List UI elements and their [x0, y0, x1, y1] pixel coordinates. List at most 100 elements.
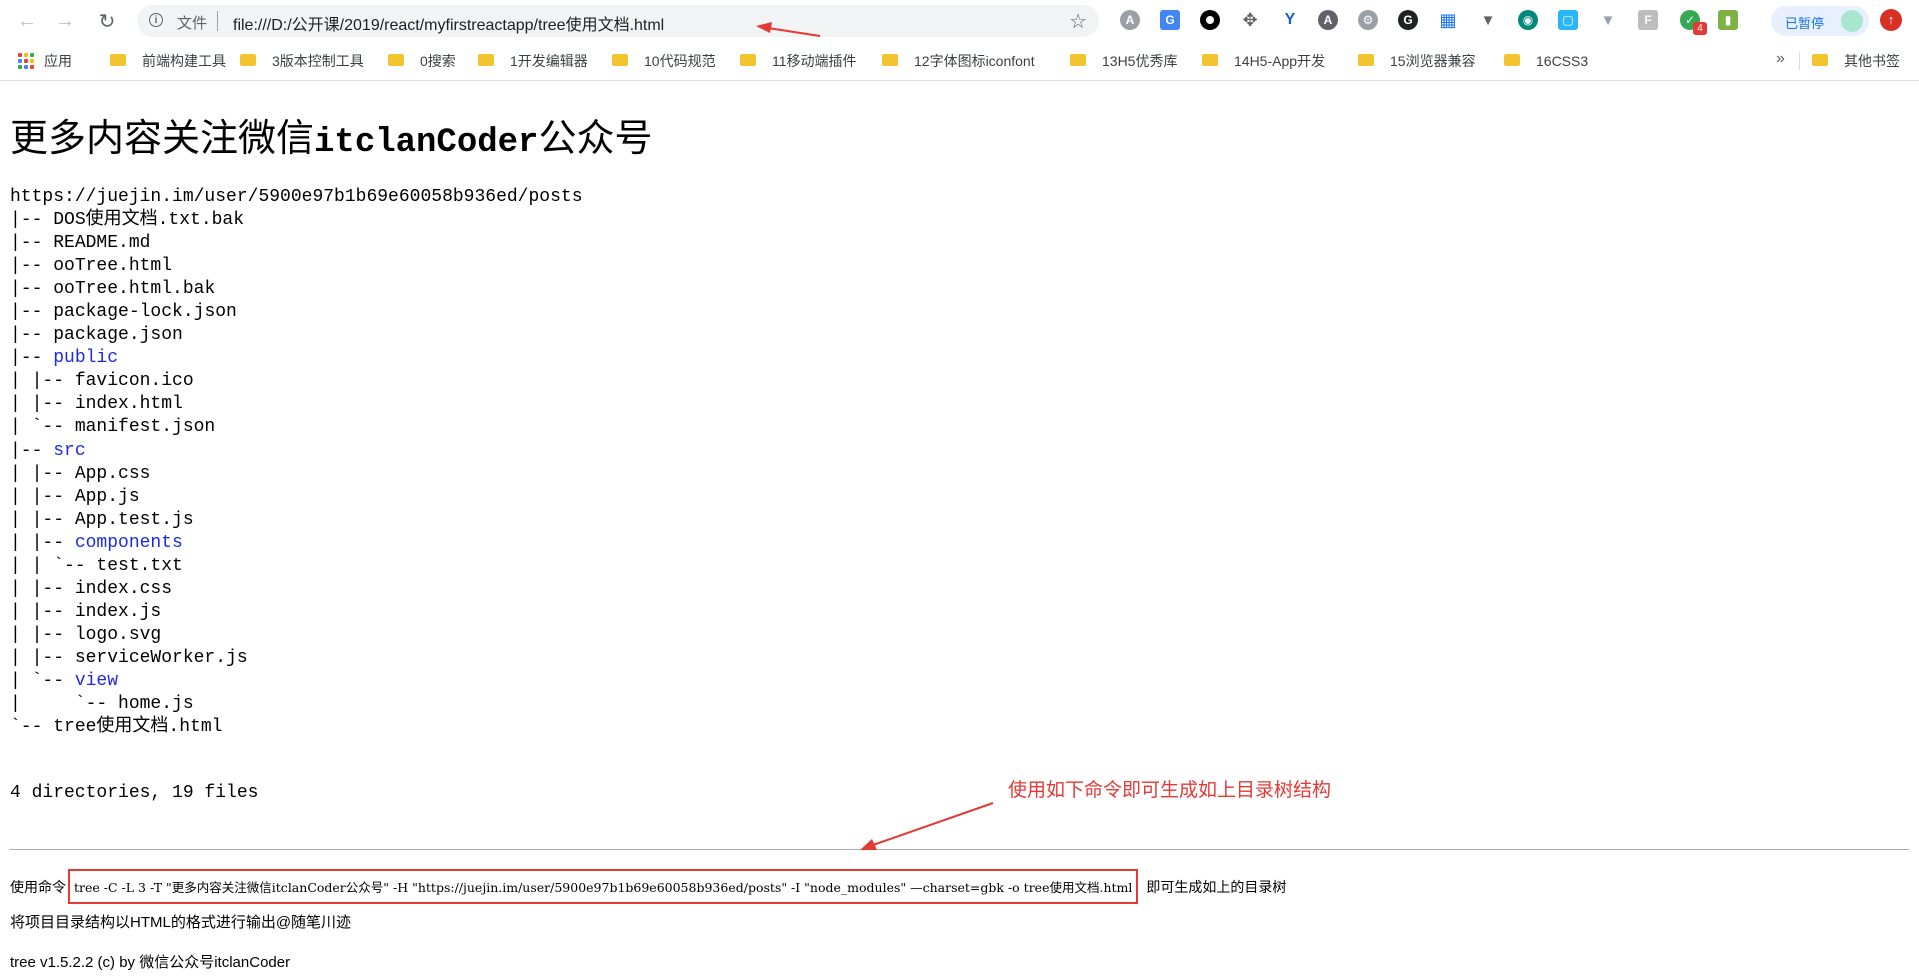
directory-name[interactable]: components — [75, 533, 183, 553]
tree-prefix: | |-- — [10, 371, 75, 392]
address-bar[interactable]: i 文件 file:///D:/公开课/2019/react/myfirstre… — [137, 5, 1099, 37]
file-name: manifest.json — [74, 417, 216, 438]
folder-icon — [240, 54, 256, 66]
forward-icon[interactable]: → — [52, 8, 78, 34]
vue-icon[interactable]: ▼ — [1478, 10, 1498, 30]
description-text: 将项目目录结构以HTML的格式进行输出@随笔川迹 — [10, 914, 352, 931]
extension-a-icon[interactable]: A — [1120, 10, 1140, 30]
angular-icon[interactable]: A — [1318, 10, 1338, 30]
tree-prefix: |-- — [10, 256, 54, 277]
file-name: logo.svg — [74, 624, 162, 645]
tree-prefix: | |-- — [10, 624, 75, 645]
profile-status-label: 已暂停 — [1785, 16, 1825, 31]
directory-name[interactable]: public — [53, 348, 118, 368]
bookmark-folder[interactable]: 12字体图标iconfont — [882, 51, 1035, 71]
tree-prefix: |-- — [10, 440, 54, 461]
translate-icon[interactable]: G — [1160, 10, 1180, 30]
tree-file: | |-- index.html — [10, 393, 583, 416]
tree-prefix: | |-- — [10, 532, 75, 553]
tree-prefix: | `-- — [10, 694, 119, 715]
tree-file: | |-- App.test.js — [10, 509, 583, 532]
tree-prefix: |-- — [10, 233, 54, 254]
file-name: test.txt — [96, 555, 183, 576]
bookmark-folder[interactable]: 1开发编辑器 — [478, 51, 588, 71]
tree-file: |-- README.md — [10, 232, 583, 255]
tree-base-url: https://juejin.im/user/5900e97b1b69e6005… — [10, 186, 583, 209]
bookmark-folder[interactable]: 16CSS3 — [1504, 51, 1588, 71]
vue-devtools-icon[interactable]: ▼ — [1598, 10, 1618, 30]
file-name: App.css — [74, 463, 151, 484]
directory-name[interactable]: src — [53, 441, 85, 461]
bookmarks-overflow-button[interactable]: » — [1776, 50, 1785, 68]
folder-icon — [882, 54, 898, 66]
bookmark-star-icon[interactable]: ☆ — [1069, 9, 1087, 34]
tree-prefix: | `-- — [10, 670, 75, 691]
back-icon[interactable]: ← — [14, 8, 40, 34]
url-text[interactable]: file:///D:/公开课/2019/react/myfirstreactap… — [233, 11, 664, 35]
reload-icon[interactable]: ↻ — [94, 8, 120, 34]
avatar — [1841, 10, 1863, 32]
tree-directory[interactable]: |-- src — [10, 440, 583, 463]
tree-file: | `-- home.js — [10, 693, 583, 716]
bookmark-other[interactable]: 其他书签 — [1812, 51, 1900, 71]
bookmark-folder[interactable]: 11移动端插件 — [740, 51, 857, 71]
move-icon[interactable]: ✥ — [1240, 10, 1260, 30]
extension-ring-icon[interactable] — [1200, 10, 1220, 30]
bookmark-folder[interactable]: 前端构建工具 — [110, 51, 226, 71]
extension-g-icon[interactable]: G — [1398, 10, 1418, 30]
folder-icon — [612, 54, 628, 66]
folder-icon — [1202, 54, 1218, 66]
bookmark-label: 应用 — [44, 53, 72, 69]
file-name: DOS使用文档.txt.bak — [53, 210, 245, 231]
directory-name[interactable]: view — [75, 671, 118, 691]
bookmark-folder[interactable]: 10代码规范 — [612, 51, 716, 71]
extension-square-icon[interactable]: ▢ — [1558, 10, 1578, 30]
bookmarks-divider — [1799, 52, 1800, 70]
file-name: README.md — [53, 233, 151, 254]
eye-icon[interactable]: ◉ — [1518, 10, 1538, 30]
bookmarks-bar: 应用 前端构建工具 3版本控制工具 0搜索 1开发编辑器 10代码规范 11移动… — [0, 42, 1919, 81]
bookmark-folder[interactable]: 3版本控制工具 — [240, 51, 364, 71]
tree-summary: 4 directories, 19 files — [10, 783, 259, 803]
file-name: tree使用文档.html — [53, 717, 223, 738]
folder-icon — [478, 54, 494, 66]
bookmark-folder[interactable]: 14H5-App开发 — [1202, 51, 1325, 71]
bookmark-apps[interactable]: 应用 — [18, 51, 72, 71]
tree-prefix: | `-- — [10, 417, 75, 438]
info-icon[interactable]: i — [149, 13, 163, 27]
title-prefix: 更多内容关注微信 — [10, 116, 315, 160]
tree-prefix: | | `-- — [10, 555, 97, 576]
folder-icon — [1812, 54, 1828, 66]
tree-prefix: |-- — [10, 348, 54, 369]
command-highlight-box: tree -C -L 3 -T "更多内容关注微信itclanCoder公众号"… — [68, 869, 1139, 904]
file-name: favicon.ico — [74, 371, 194, 392]
folder-icon — [1358, 54, 1374, 66]
extension-book-icon[interactable]: ▮ — [1718, 10, 1738, 30]
tree-file: | `-- manifest.json — [10, 416, 583, 439]
tree-prefix: `-- — [10, 717, 54, 738]
extension-f-icon[interactable]: F — [1638, 10, 1658, 30]
tree-prefix: |-- — [10, 302, 54, 323]
browser-menu-icon[interactable]: ↑ — [1880, 9, 1902, 31]
bookmark-folder[interactable]: 13H5优秀库 — [1070, 51, 1177, 71]
tree-prefix: |-- — [10, 210, 54, 231]
profile-paused-button[interactable]: 已暂停 — [1771, 6, 1869, 36]
folder-icon — [388, 54, 404, 66]
tree-directory[interactable]: | `-- view — [10, 670, 583, 693]
tree-directory[interactable]: | |-- components — [10, 532, 583, 555]
bookmark-folder[interactable]: 15浏览器兼容 — [1358, 51, 1476, 71]
bookmark-folder[interactable]: 0搜索 — [388, 51, 456, 71]
tree-prefix: |-- — [10, 279, 54, 300]
tree-file: | |-- favicon.ico — [10, 370, 583, 393]
tree-prefix: | |-- — [10, 578, 75, 599]
tree-file: |-- package-lock.json — [10, 301, 583, 324]
folder-icon — [110, 54, 126, 66]
extension-y-icon[interactable]: Y — [1280, 10, 1300, 30]
bookmark-label: 13H5优秀库 — [1102, 53, 1178, 69]
tree-file: | |-- logo.svg — [10, 624, 583, 647]
frame-icon[interactable]: ▦ — [1438, 10, 1458, 30]
settings-gear-icon[interactable]: ⚙ — [1358, 10, 1378, 30]
extension-badge: 4 — [1693, 22, 1707, 35]
tree-directory[interactable]: |-- public — [10, 347, 583, 370]
file-name: App.test.js — [74, 509, 194, 530]
